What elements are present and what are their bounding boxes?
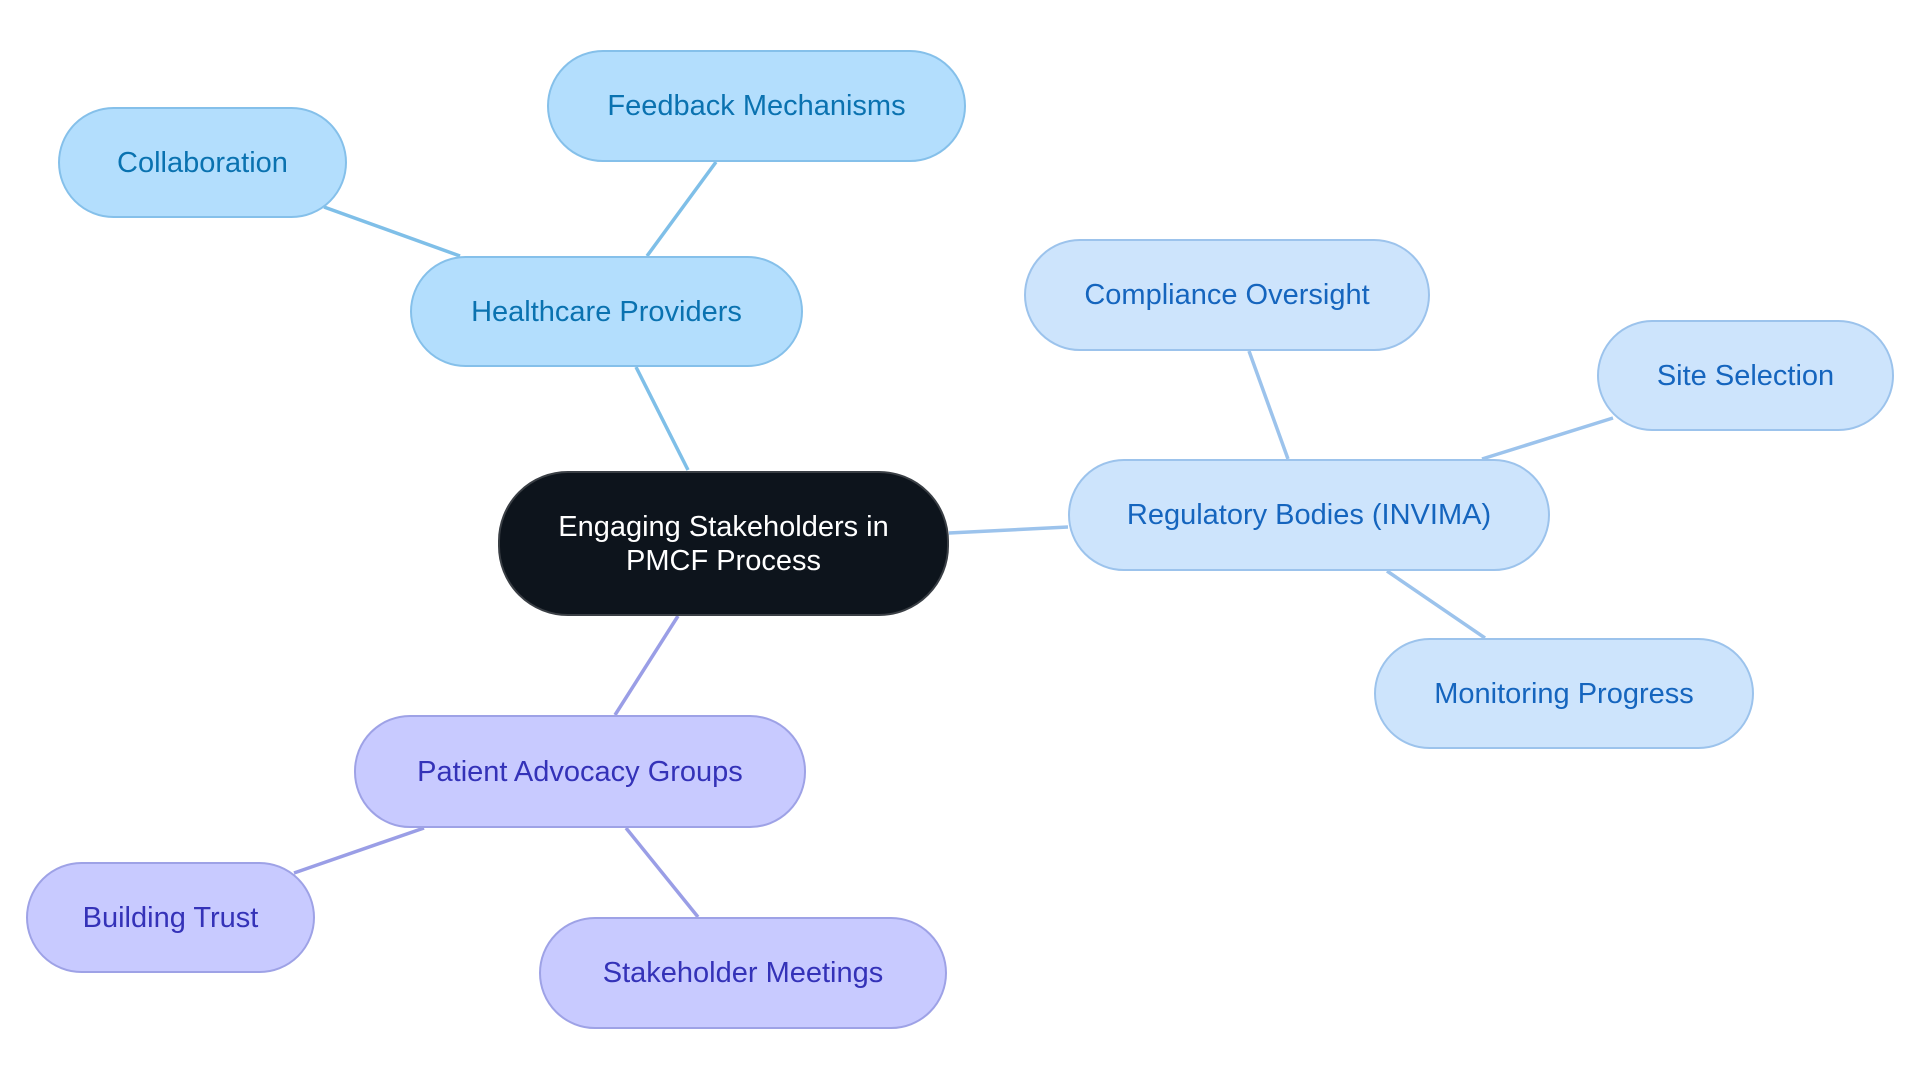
edge-root-healthcare-providers	[634, 366, 690, 471]
edge-healthcare-providers-collaboration	[323, 205, 461, 258]
node-label: Site Selection	[1656, 359, 1835, 392]
edge-root-patient-advocacy-groups	[613, 615, 680, 716]
node-collaboration[interactable]: Collaboration	[58, 107, 347, 218]
node-stakeholder-meetings[interactable]: Stakeholder Meetings	[539, 917, 947, 1029]
node-monitoring-progress[interactable]: Monitoring Progress	[1374, 638, 1754, 749]
edge-healthcare-providers-feedback-mechanisms	[645, 160, 718, 258]
node-patient-advocacy-groups[interactable]: Patient Advocacy Groups	[354, 715, 806, 828]
root-node[interactable]: Engaging Stakeholders in PMCF Process	[498, 471, 949, 616]
edge-root-regulatory-bodies	[948, 525, 1069, 535]
node-label: Collaboration	[117, 146, 288, 179]
edge-regulatory-bodies-monitoring-progress	[1386, 569, 1486, 640]
node-healthcare-providers[interactable]: Healthcare Providers	[410, 256, 803, 367]
edge-regulatory-bodies-site-selection	[1481, 416, 1614, 461]
edge-patient-advocacy-groups-building-trust	[293, 826, 425, 875]
node-label: Feedback Mechanisms	[607, 90, 906, 122]
root-node-label: Engaging Stakeholders in PMCF Process	[558, 510, 889, 577]
node-label: Patient Advocacy Groups	[417, 755, 743, 788]
edge-patient-advocacy-groups-stakeholder-meetings	[624, 826, 700, 919]
edge-regulatory-bodies-compliance-oversight	[1247, 350, 1290, 460]
node-label: Healthcare Providers	[471, 295, 742, 328]
node-label: Stakeholder Meetings	[602, 957, 884, 989]
node-label: Compliance Oversight	[1084, 279, 1370, 311]
node-compliance-oversight[interactable]: Compliance Oversight	[1024, 239, 1430, 351]
node-feedback-mechanisms[interactable]: Feedback Mechanisms	[547, 50, 966, 162]
node-label: Building Trust	[82, 901, 259, 934]
node-regulatory-bodies[interactable]: Regulatory Bodies (INVIMA)	[1068, 459, 1550, 571]
node-label: Regulatory Bodies (INVIMA)	[1126, 499, 1492, 531]
node-building-trust[interactable]: Building Trust	[26, 862, 315, 973]
node-site-selection[interactable]: Site Selection	[1597, 320, 1894, 431]
node-label: Monitoring Progress	[1434, 677, 1694, 710]
